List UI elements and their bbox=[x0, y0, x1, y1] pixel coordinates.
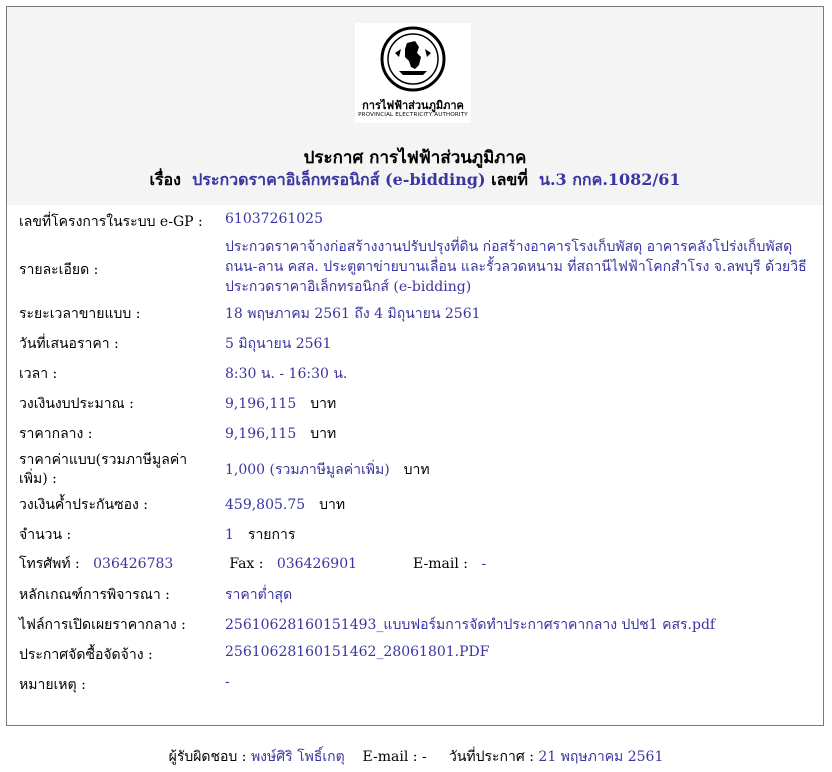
bid-date-value: 5 มิถุนายน 2561 bbox=[225, 336, 332, 352]
responsible-value: พงษ์ศิริ โพธิ์เกตุ bbox=[250, 749, 345, 765]
announcement-number: น.3 กกค.1082/61 bbox=[539, 170, 681, 189]
remark-label: หมายเหตุ : bbox=[19, 677, 86, 693]
procurement-label: ประกาศจัดซื้อจัดจ้าง : bbox=[19, 647, 153, 663]
responsible-label: ผู้รับผิดชอบ : bbox=[168, 749, 247, 765]
quantity-value: 1 bbox=[225, 527, 234, 543]
subject-value: ประกวดราคาอิเล็กทรอนิกส์ (e-bidding) bbox=[192, 170, 486, 189]
email-label: E-mail : bbox=[413, 556, 468, 572]
announcement-header: การไฟฟ้าส่วนภูมิภาค PROVINCIAL ELECTRICI… bbox=[7, 7, 823, 205]
criteria-value: ราคาต่ำสุด bbox=[225, 587, 293, 603]
guarantee-label: วงเงินค้ำประกันซอง : bbox=[19, 497, 149, 513]
median-unit: บาท bbox=[310, 426, 337, 442]
pea-emblem-icon bbox=[380, 26, 446, 92]
fax-label: Fax : bbox=[229, 556, 264, 572]
guarantee-row: 459,805.75 บาท bbox=[225, 494, 345, 516]
sale-period-label: ระยะเวลาขายแบบ : bbox=[19, 306, 141, 322]
project-no-label: เลขที่โครงการในระบบ e-GP : bbox=[19, 214, 203, 230]
footer-line: ผู้รับผิดชอบ : พงษ์ศิริ โพธิ์เกตุ E-mail… bbox=[0, 746, 832, 768]
quantity-row: 1 รายการ bbox=[225, 524, 295, 546]
budget-label: วงเงินงบประมาณ : bbox=[19, 396, 134, 412]
detail-value: ประกวดราคาจ้างก่อสร้างงานปรับปรุงที่ดิน … bbox=[225, 239, 807, 295]
announcement-panel: การไฟฟ้าส่วนภูมิภาค PROVINCIAL ELECTRICI… bbox=[6, 6, 824, 726]
pea-logo: การไฟฟ้าส่วนภูมิภาค PROVINCIAL ELECTRICI… bbox=[355, 23, 471, 123]
bid-date-label: วันที่เสนอราคา : bbox=[19, 336, 119, 352]
time-label: เวลา : bbox=[19, 366, 58, 382]
budget-value: 9,196,115 bbox=[225, 396, 297, 412]
median-row: 9,196,115 บาท bbox=[225, 423, 336, 445]
logo-english-name: PROVINCIAL ELECTRICITY AUTHORITY bbox=[358, 112, 468, 118]
announce-date-label: วันที่ประกาศ : bbox=[448, 749, 534, 765]
doc-price-row: 1,000 (รวมภาษีมูลค่าเพิ่ม) บาท bbox=[225, 459, 430, 481]
quantity-unit: รายการ bbox=[247, 527, 296, 543]
remark-value: - bbox=[225, 674, 230, 690]
project-no-value: 61037261025 bbox=[225, 211, 323, 227]
subject-label: เรื่อง bbox=[149, 170, 181, 189]
number-label: เลขที่ bbox=[491, 170, 528, 189]
contact-row: โทรศัพท์ : 036426783 Fax : 036426901 E-mai… bbox=[19, 553, 486, 575]
announce-date-value: 21 พฤษภาคม 2561 bbox=[538, 749, 664, 765]
time-value: 8:30 น. - 16:30 น. bbox=[225, 366, 348, 382]
phone-value: 036426783 bbox=[93, 556, 174, 572]
guarantee-value: 459,805.75 bbox=[225, 497, 306, 513]
doc-price-unit: บาท bbox=[403, 462, 430, 478]
budget-row: 9,196,115 บาท bbox=[225, 393, 336, 415]
median-file-link[interactable]: 25610628160151493_แบบฟอร์มการจัดทำประกาศ… bbox=[225, 614, 715, 636]
median-file-label: ไฟล์การเปิดเผยราคากลาง : bbox=[19, 617, 186, 633]
email-value: - bbox=[481, 556, 487, 572]
quantity-label: จำนวน : bbox=[19, 527, 72, 543]
footer-email-label: E-mail : bbox=[362, 749, 418, 765]
detail-label: รายละเอียด : bbox=[19, 262, 99, 278]
procurement-file-link[interactable]: 25610628160151462_28061801.PDF bbox=[225, 644, 490, 660]
guarantee-unit: บาท bbox=[319, 497, 346, 513]
phone-label: โทรศัพท์ : bbox=[19, 556, 80, 572]
announcement-subject-line: เรื่อง ประกวดราคาอิเล็กทรอนิกส์ (e-biddi… bbox=[7, 168, 823, 193]
sale-period-value: 18 พฤษภาคม 2561 ถึง 4 มิถุนายน 2561 bbox=[225, 306, 481, 322]
median-label: ราคากลาง : bbox=[19, 426, 93, 442]
criteria-label: หลักเกณฑ์การพิจารณา : bbox=[19, 587, 170, 603]
footer-email-value: - bbox=[421, 749, 427, 765]
budget-unit: บาท bbox=[310, 396, 337, 412]
median-value: 9,196,115 bbox=[225, 426, 297, 442]
fax-value: 036426901 bbox=[276, 556, 358, 572]
announcement-title: ประกาศ การไฟฟ้าส่วนภูมิภาค bbox=[303, 148, 527, 168]
doc-price-value: 1,000 (รวมภาษีมูลค่าเพิ่ม) bbox=[225, 462, 390, 478]
doc-price-label-line-2: เพิ่ม) : bbox=[19, 471, 57, 487]
